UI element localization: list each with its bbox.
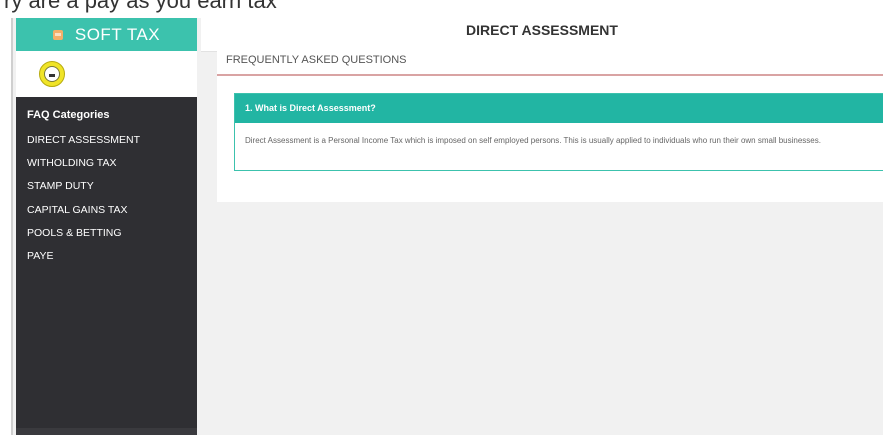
sidebar-item-paye[interactable]: PAYE: [27, 250, 140, 273]
sidebar-item-stamp-duty[interactable]: STAMP DUTY: [27, 180, 140, 203]
emblem-logo[interactable]: [39, 61, 65, 87]
panel-divider: [217, 74, 883, 76]
page-header: DIRECT ASSESSMENT: [201, 18, 883, 52]
faq-categories-heading: FAQ Categories: [27, 109, 110, 121]
sidebar-item-direct-assessment[interactable]: DIRECT ASSESSMENT: [27, 134, 140, 157]
sidebar-footer: [16, 428, 197, 435]
brand-bar[interactable]: SOFT TAX: [16, 18, 197, 51]
faq-question: 1. What is Direct Assessment?: [245, 103, 376, 113]
calculator-icon: [52, 29, 63, 40]
page-title: DIRECT ASSESSMENT: [466, 22, 618, 38]
faq-panel: FREQUENTLY ASKED QUESTIONS 1. What is Di…: [217, 51, 883, 202]
left-rail: [0, 18, 11, 435]
sidebar-item-witholding-tax[interactable]: WITHOLDING TAX: [27, 157, 140, 180]
cropped-text: ry are a pay as you earn tax: [4, 0, 277, 13]
sidebar-item-pools-betting[interactable]: POOLS & BETTING: [27, 227, 140, 250]
faq-answer: Direct Assessment is a Personal Income T…: [245, 136, 821, 145]
faq-card: 1. What is Direct Assessment? Direct Ass…: [234, 93, 883, 171]
logo-area: [16, 51, 197, 97]
panel-title: FREQUENTLY ASKED QUESTIONS: [226, 54, 407, 66]
faq-question-header[interactable]: 1. What is Direct Assessment?: [235, 94, 883, 123]
top-cropped-strip: ry are a pay as you earn tax: [0, 0, 883, 18]
faq-category-list: DIRECT ASSESSMENT WITHOLDING TAX STAMP D…: [27, 134, 140, 273]
app-frame: ry are a pay as you earn tax SOFT TAX FA…: [0, 0, 883, 435]
emblem-inner: [44, 66, 60, 82]
brand-name: SOFT TAX: [74, 24, 161, 44]
sidebar-item-capital-gains-tax[interactable]: CAPITAL GAINS TAX: [27, 204, 140, 227]
sidebar: SOFT TAX FAQ Categories DIRECT ASSESSMEN…: [16, 18, 197, 435]
left-rail-divider: [11, 18, 13, 435]
